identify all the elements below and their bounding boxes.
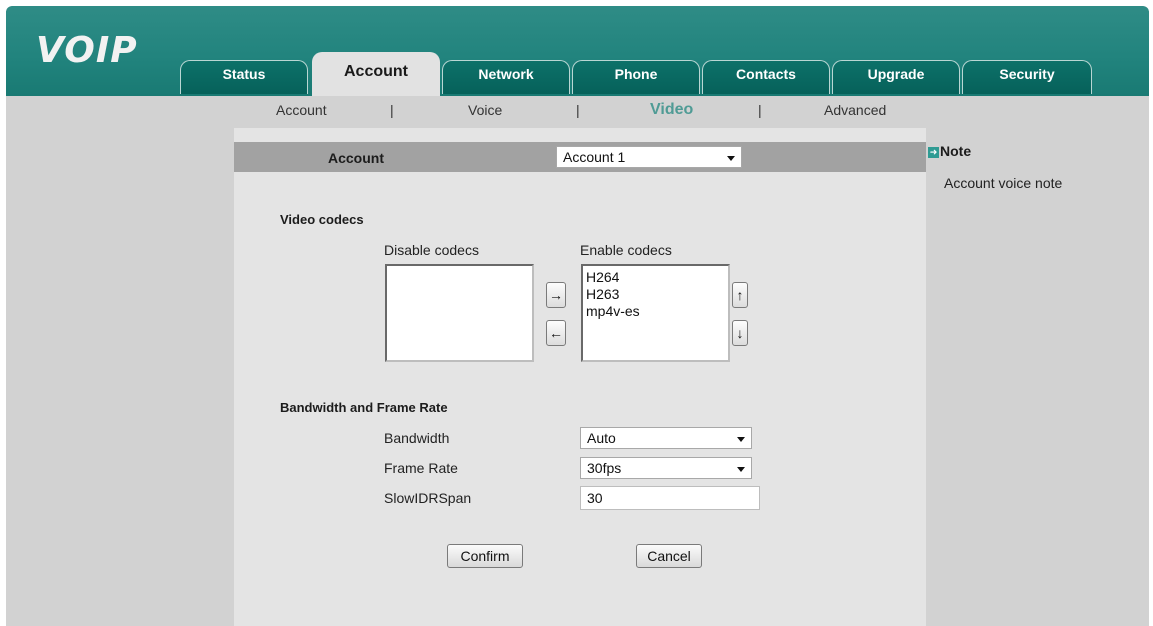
- note-title: Note: [940, 143, 972, 159]
- bandwidth-select-value: Auto: [587, 430, 616, 446]
- subnav-separator: |: [576, 102, 580, 118]
- note-text: Account voice note: [944, 175, 1063, 191]
- chevron-down-icon: [737, 437, 745, 442]
- codec-item[interactable]: H263: [583, 286, 728, 303]
- move-right-button[interactable]: →: [546, 282, 566, 308]
- account-bar: Account Account 1: [234, 142, 926, 172]
- tab-security[interactable]: Security: [962, 60, 1092, 94]
- account-select-value: Account 1: [563, 149, 626, 165]
- slow-idr-span-input[interactable]: 30: [580, 486, 760, 510]
- codec-item[interactable]: mp4v-es: [583, 303, 728, 320]
- arrow-down-icon: ↓: [736, 325, 744, 341]
- video-codecs-title: Video codecs: [280, 212, 364, 227]
- chevron-down-icon: [737, 467, 745, 472]
- content-panel: Account Account 1 Video codecs Disable c…: [234, 128, 926, 626]
- account-select[interactable]: Account 1: [556, 146, 742, 168]
- frame-rate-select[interactable]: 30fps: [580, 457, 752, 479]
- account-label: Account: [328, 150, 384, 166]
- bandwidth-title: Bandwidth and Frame Rate: [280, 400, 448, 415]
- subnav-video[interactable]: Video: [650, 101, 693, 119]
- subnav-separator: |: [390, 102, 394, 118]
- cancel-button[interactable]: Cancel: [636, 544, 702, 568]
- slow-idr-span-label: SlowIDRSpan: [384, 490, 472, 506]
- tab-contacts[interactable]: Contacts: [702, 60, 830, 94]
- codec-item[interactable]: H264: [583, 269, 728, 286]
- bandwidth-label: Bandwidth: [384, 430, 450, 446]
- confirm-button[interactable]: Confirm: [447, 544, 523, 568]
- app-frame: VOIP Status Account Network Phone Contac…: [6, 6, 1149, 626]
- disable-codecs-label: Disable codecs: [384, 242, 479, 258]
- frame-rate-select-value: 30fps: [587, 460, 622, 476]
- note-header: ➜ Note: [928, 143, 971, 159]
- enable-codecs-label: Enable codecs: [580, 242, 672, 258]
- header-bar: VOIP Status Account Network Phone Contac…: [6, 6, 1149, 96]
- tab-network[interactable]: Network: [442, 60, 570, 94]
- chevron-down-icon: [727, 156, 735, 161]
- move-left-button[interactable]: ←: [546, 320, 566, 346]
- frame-rate-label: Frame Rate: [384, 460, 458, 476]
- move-down-button[interactable]: ↓: [732, 320, 748, 346]
- arrow-right-icon: ➜: [928, 147, 939, 158]
- disabled-codecs-list[interactable]: [385, 264, 534, 362]
- subnav-voice[interactable]: Voice: [468, 102, 502, 118]
- tab-upgrade[interactable]: Upgrade: [832, 60, 960, 94]
- subnav-separator: |: [758, 102, 762, 118]
- tab-phone[interactable]: Phone: [572, 60, 700, 94]
- bandwidth-select[interactable]: Auto: [580, 427, 752, 449]
- enabled-codecs-list[interactable]: H264 H263 mp4v-es: [581, 264, 730, 362]
- subnav-account[interactable]: Account: [276, 102, 327, 118]
- move-up-button[interactable]: ↑: [732, 282, 748, 308]
- logo: VOIP: [36, 30, 138, 71]
- arrow-right-icon: →: [549, 287, 563, 303]
- subnav-advanced[interactable]: Advanced: [824, 102, 886, 118]
- arrow-up-icon: ↑: [736, 287, 744, 303]
- tab-account[interactable]: Account: [312, 52, 440, 96]
- arrow-left-icon: ←: [549, 325, 563, 341]
- tab-status[interactable]: Status: [180, 60, 308, 94]
